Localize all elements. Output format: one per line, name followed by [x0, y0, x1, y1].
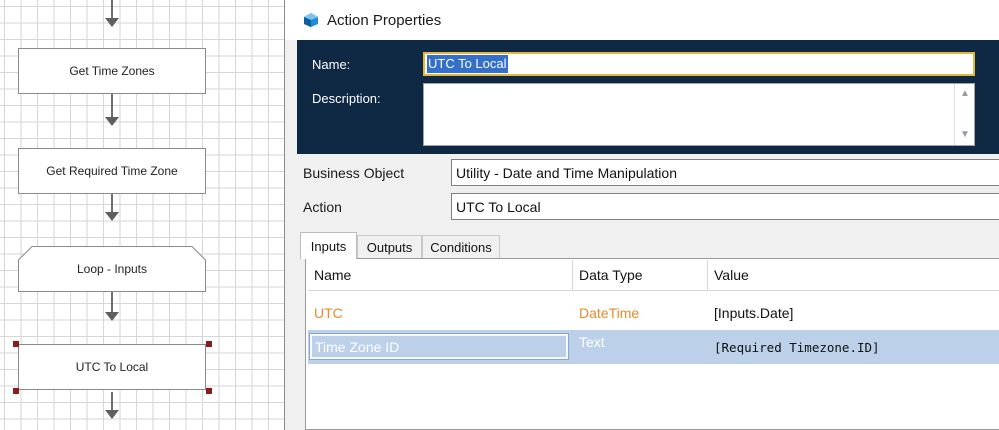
- column-label: Value: [714, 267, 749, 283]
- arrow-down-icon: [105, 410, 119, 419]
- table-row[interactable]: UTC DateTime [Inputs.Date]: [308, 296, 999, 330]
- connector-line: [111, 292, 113, 312]
- connector-line: [111, 392, 113, 410]
- description-input[interactable]: ▲ ▼: [423, 83, 975, 146]
- arrow-down-icon: [105, 18, 119, 27]
- stage-label: Get Required Time Zone: [46, 164, 178, 178]
- selection-handle[interactable]: [13, 341, 19, 347]
- action-value: UTC To Local: [456, 198, 541, 215]
- tab-outputs[interactable]: Outputs: [357, 235, 422, 258]
- cell-value[interactable]: [Required Timezone.ID]: [708, 330, 999, 364]
- description-label: Description:: [312, 91, 381, 106]
- properties-header: Name: UTC To Local Description: ▲ ▼: [297, 40, 999, 154]
- cell-data-type[interactable]: DateTime: [573, 296, 707, 330]
- scroll-up-icon[interactable]: ▲: [960, 89, 970, 99]
- title-bar[interactable]: Action Properties: [285, 0, 999, 40]
- business-object-label: Business Object: [303, 165, 405, 181]
- column-header-name[interactable]: Name: [308, 260, 572, 290]
- arrow-down-icon: [105, 312, 119, 321]
- column-header-data-type[interactable]: Data Type: [573, 260, 707, 290]
- cell-value[interactable]: [Inputs.Date]: [708, 296, 999, 330]
- tab-label: Outputs: [366, 239, 413, 255]
- tab-label: Conditions: [430, 239, 492, 255]
- process-canvas[interactable]: Get Time Zones Get Required Time Zone Lo…: [0, 0, 296, 430]
- stage-get-time-zones[interactable]: Get Time Zones: [18, 48, 206, 94]
- blue-prism-logo-icon: [304, 13, 318, 27]
- action-properties-dialog: Action Properties Name: UTC To Local Des…: [284, 0, 999, 430]
- action-field[interactable]: UTC To Local: [451, 193, 999, 220]
- connector-line: [111, 0, 113, 18]
- business-object-value: Utility - Date and Time Manipulation: [456, 164, 677, 181]
- selection-handle[interactable]: [206, 388, 212, 394]
- dialog-title: Action Properties: [327, 12, 442, 29]
- stage-label: Get Time Zones: [69, 64, 155, 78]
- stage-utc-to-local[interactable]: UTC To Local: [18, 344, 206, 390]
- inputs-grid: Name Data Type Value UTC DateTime [Input…: [305, 258, 999, 430]
- cell-data-type[interactable]: Text: [573, 330, 707, 364]
- connector-line: [111, 194, 113, 212]
- table-row-selected[interactable]: Time Zone ID Text [Required Timezone.ID]: [308, 330, 999, 364]
- arrow-down-icon: [105, 212, 119, 221]
- tab-inputs[interactable]: Inputs: [300, 232, 357, 259]
- cell-name-editor[interactable]: Time Zone ID: [309, 333, 569, 360]
- name-value: UTC To Local: [427, 55, 508, 73]
- cell-name[interactable]: UTC: [308, 296, 572, 330]
- stage-label: UTC To Local: [75, 360, 149, 374]
- grid-header: Name Data Type Value: [308, 260, 999, 291]
- description-scrollbar[interactable]: ▲ ▼: [954, 84, 974, 145]
- column-header-value[interactable]: Value: [708, 260, 999, 290]
- stage-loop-inputs[interactable]: Loop - Inputs: [18, 246, 206, 292]
- scroll-down-icon[interactable]: ▼: [960, 130, 970, 140]
- tab-conditions[interactable]: Conditions: [422, 235, 500, 258]
- connector-line: [111, 94, 113, 118]
- name-input[interactable]: UTC To Local: [423, 52, 975, 76]
- tab-label: Inputs: [310, 238, 347, 254]
- selection-handle[interactable]: [206, 341, 212, 347]
- name-label: Name:: [312, 57, 351, 72]
- action-label: Action: [303, 199, 342, 215]
- column-label: Data Type: [579, 267, 643, 283]
- selection-handle[interactable]: [13, 388, 19, 394]
- stage-get-required-time-zone[interactable]: Get Required Time Zone: [18, 148, 206, 194]
- business-object-field[interactable]: Utility - Date and Time Manipulation: [451, 159, 999, 186]
- column-label: Name: [314, 267, 352, 283]
- arrow-down-icon: [105, 117, 119, 126]
- stage-label: Loop - Inputs: [76, 262, 148, 276]
